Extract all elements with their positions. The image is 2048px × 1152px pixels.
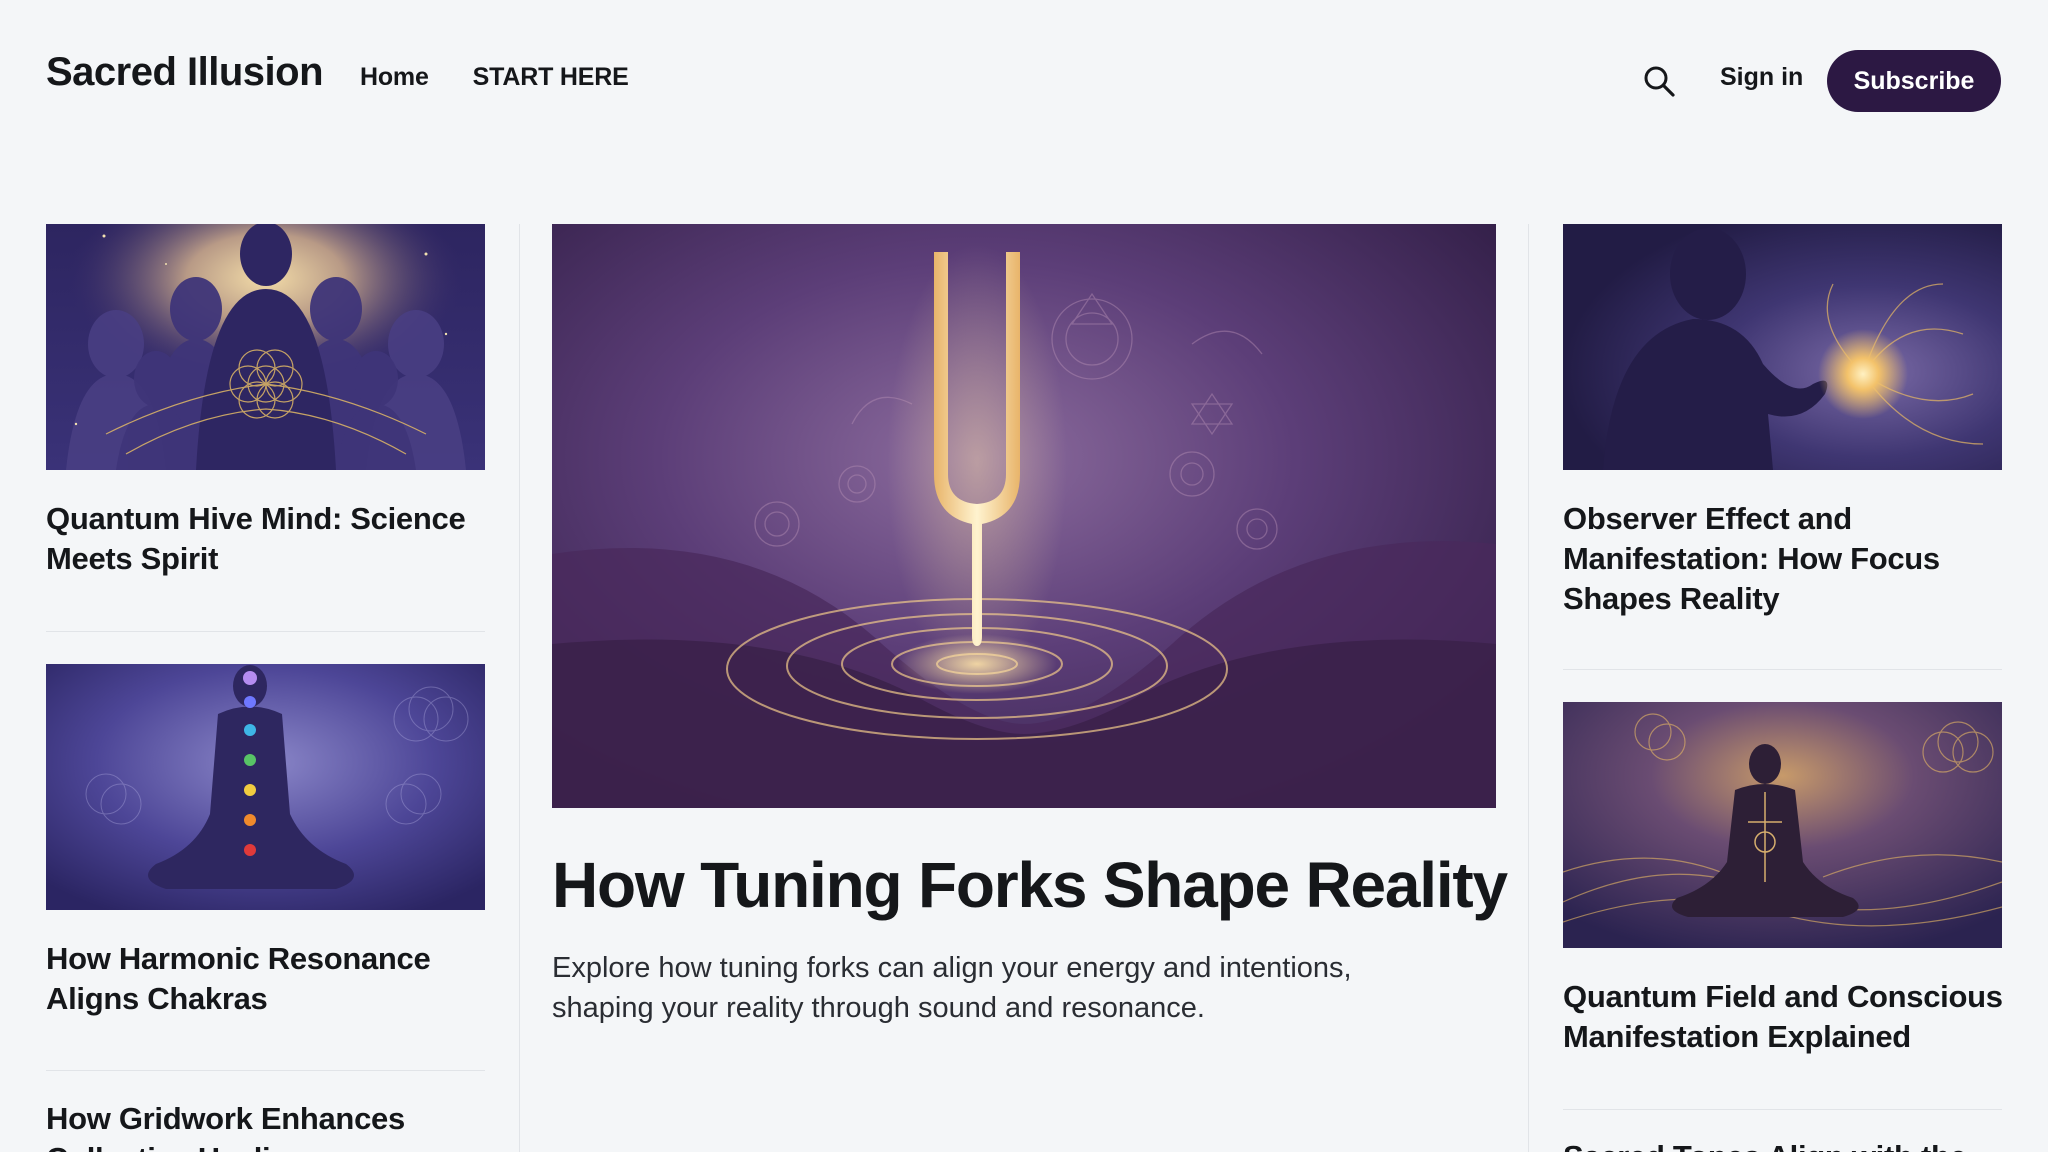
column-divider-left: [519, 224, 520, 1152]
card-title[interactable]: How Harmonic Resonance Aligns Chakras: [46, 939, 496, 1019]
site-header: Sacred Illusion Home START HERE Sign in …: [0, 0, 2048, 160]
card-separator: [46, 1070, 485, 1071]
nav-item-home[interactable]: Home: [360, 63, 429, 92]
card-title[interactable]: Observer Effect and Manifestation: How F…: [1563, 499, 1983, 619]
card-title[interactable]: Quantum Field and Conscious Manifestatio…: [1563, 977, 2003, 1057]
card-image-observer-effect[interactable]: [1563, 224, 2002, 470]
feature-excerpt: Explore how tuning forks can align your …: [552, 952, 1352, 1024]
card-title[interactable]: How Gridwork Enhances Collective Healing: [46, 1099, 466, 1152]
card-separator: [1563, 669, 2002, 670]
card-title[interactable]: Quantum Hive Mind: Science Meets Spirit: [46, 499, 466, 579]
subscribe-button[interactable]: Subscribe: [1827, 50, 2001, 112]
feature-title[interactable]: How Tuning Forks Shape Reality: [552, 845, 1512, 925]
signin-link[interactable]: Sign in: [1720, 63, 1803, 92]
card-image-harmonic-resonance[interactable]: [46, 664, 485, 910]
nav-item-start-here[interactable]: START HERE: [473, 63, 629, 92]
page: Sacred Illusion Home START HERE Sign in …: [0, 0, 2048, 1152]
card-image-quantum-field[interactable]: [1563, 702, 2002, 948]
card-separator: [1563, 1109, 2002, 1110]
feature-image[interactable]: [552, 224, 1496, 808]
column-divider-right: [1528, 224, 1529, 1152]
card-image-quantum-hive-mind[interactable]: [46, 224, 485, 470]
main-nav: Home START HERE: [360, 63, 629, 92]
card-title[interactable]: Sacred Tones Align with the: [1563, 1137, 2003, 1152]
search-icon[interactable]: [1642, 64, 1676, 98]
site-logo[interactable]: Sacred Illusion: [46, 50, 324, 95]
card-separator: [46, 631, 485, 632]
